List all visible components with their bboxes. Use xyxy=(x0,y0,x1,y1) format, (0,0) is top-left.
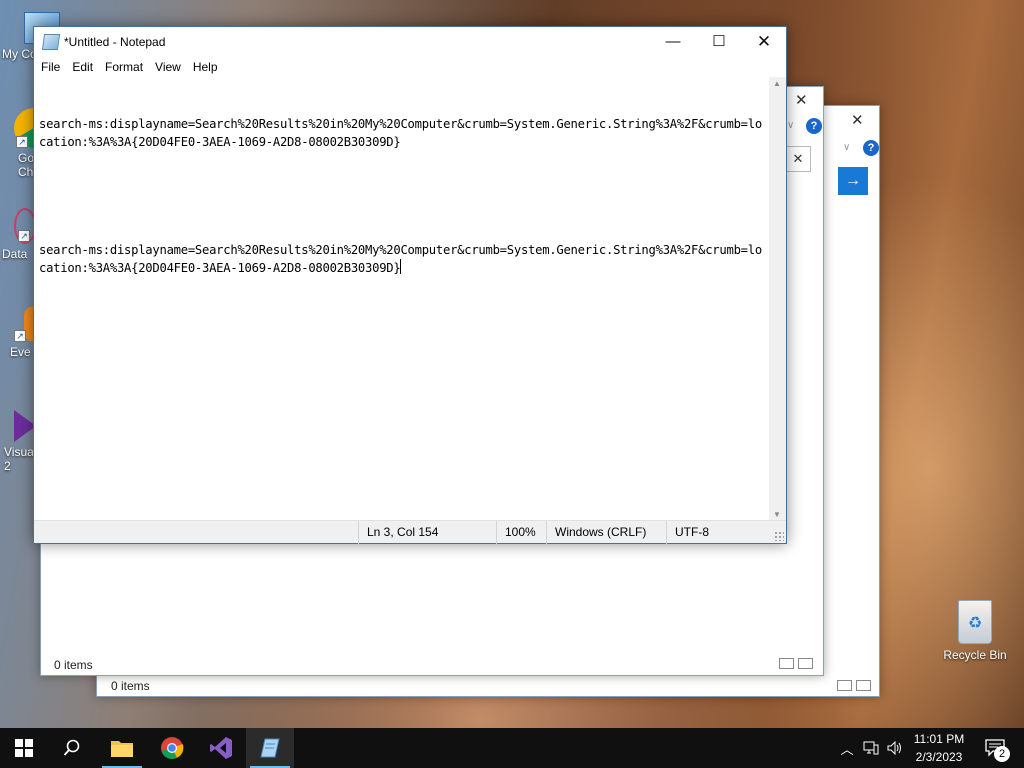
taskbar-visual-studio[interactable] xyxy=(197,728,245,768)
close-icon[interactable]: ✕ xyxy=(795,91,808,109)
shortcut-arrow-icon: ↗ xyxy=(14,330,26,342)
notification-count-badge: 2 xyxy=(994,746,1010,762)
search-icon xyxy=(63,739,80,756)
recycle-bin-icon: ♻ xyxy=(958,600,992,644)
folder-icon xyxy=(111,741,133,757)
text-line: search-ms:displayname=Search%20Results%2… xyxy=(39,117,762,149)
chevron-down-icon[interactable]: ∨ xyxy=(843,142,850,153)
help-icon[interactable]: ? xyxy=(806,118,822,134)
visual-studio-icon xyxy=(210,737,232,759)
status-bar: Ln 3, Col 154 100% Windows (CRLF) UTF-8 xyxy=(34,520,786,544)
menu-file[interactable]: File xyxy=(35,57,66,77)
large-icons-view-icon[interactable] xyxy=(856,680,871,691)
shortcut-arrow-icon: ↗ xyxy=(16,136,28,148)
chrome-icon xyxy=(161,737,184,759)
notepad-icon xyxy=(260,738,280,758)
show-hidden-icons-chevron-icon[interactable]: ︿ xyxy=(838,728,856,768)
explorer-status-items: 0 items xyxy=(111,679,150,693)
menu-bar: File Edit Format View Help xyxy=(34,57,786,77)
explorer-status-items: 0 items xyxy=(54,658,93,672)
close-button[interactable]: ✕ xyxy=(741,27,787,57)
view-toggle[interactable] xyxy=(779,658,813,669)
maximize-button[interactable]: ☐ xyxy=(696,27,742,57)
scroll-down-icon[interactable]: ▼ xyxy=(773,510,781,519)
text-line xyxy=(39,187,766,205)
menu-format[interactable]: Format xyxy=(99,57,149,77)
close-icon[interactable]: ✕ xyxy=(851,111,864,129)
view-toggle[interactable] xyxy=(837,680,871,691)
encoding: UTF-8 xyxy=(666,521,766,544)
notepad-window[interactable]: *Untitled - Notepad — ☐ ✕ File Edit Form… xyxy=(33,26,787,544)
notepad-icon xyxy=(41,34,61,50)
taskbar-file-explorer[interactable] xyxy=(98,728,146,768)
search-button[interactable] xyxy=(48,728,96,768)
window-title: *Untitled - Notepad xyxy=(64,35,166,49)
action-center-button[interactable]: 2 xyxy=(980,728,1010,768)
menu-view[interactable]: View xyxy=(149,57,187,77)
system-clock[interactable]: 11:01 PM 2/3/2023 xyxy=(906,730,972,766)
taskbar: ︿ 11:01 PM 2/3/2023 2 xyxy=(0,728,1024,768)
text-caret xyxy=(400,259,402,274)
details-view-icon[interactable] xyxy=(779,658,794,669)
resize-grip[interactable] xyxy=(774,531,784,541)
title-bar[interactable]: *Untitled - Notepad — ☐ ✕ xyxy=(34,27,786,57)
clock-date: 2/3/2023 xyxy=(915,750,963,764)
details-view-icon[interactable] xyxy=(837,680,852,691)
taskbar-chrome[interactable] xyxy=(148,728,196,768)
menu-edit[interactable]: Edit xyxy=(66,57,99,77)
network-icon[interactable] xyxy=(860,728,882,768)
help-icon[interactable]: ? xyxy=(863,140,879,156)
desktop-icon-label: Recycle Bin xyxy=(943,648,1007,662)
line-ending: Windows (CRLF) xyxy=(546,521,666,544)
taskbar-notepad[interactable] xyxy=(246,728,294,768)
text-line-with-caret: search-ms:displayname=Search%20Results%2… xyxy=(39,241,766,277)
windows-logo-icon xyxy=(15,739,33,757)
volume-icon[interactable] xyxy=(884,728,906,768)
scroll-up-icon[interactable]: ▲ xyxy=(773,79,781,88)
cursor-position: Ln 3, Col 154 xyxy=(358,521,496,544)
start-button[interactable] xyxy=(0,728,48,768)
clock-time: 11:01 PM xyxy=(913,732,965,746)
minimize-button[interactable]: — xyxy=(650,27,696,57)
search-go-button[interactable]: → xyxy=(838,167,868,195)
clear-search-button[interactable]: ✕ xyxy=(785,146,811,172)
shortcut-arrow-icon: ↗ xyxy=(18,230,30,242)
zoom-level: 100% xyxy=(496,521,546,544)
vertical-scrollbar[interactable]: ▲ ▼ xyxy=(769,77,786,521)
menu-help[interactable]: Help xyxy=(187,57,224,77)
desktop-icon-recycle-bin[interactable]: ♻ Recycle Bin xyxy=(936,600,1014,662)
text-editor[interactable]: search-ms:displayname=Search%20Results%2… xyxy=(34,77,771,521)
chevron-down-icon[interactable]: ∨ xyxy=(787,120,794,131)
large-icons-view-icon[interactable] xyxy=(798,658,813,669)
